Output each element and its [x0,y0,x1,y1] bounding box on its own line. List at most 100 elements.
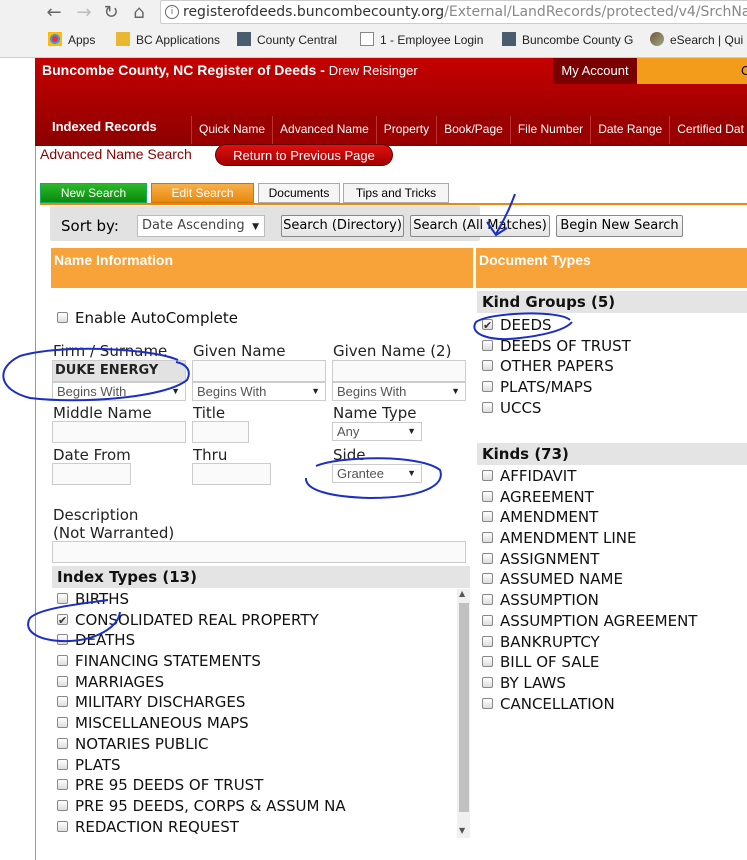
list-item[interactable]: PLATS/MAPS [482,377,747,398]
list-item[interactable]: AFFIDAVIT [482,466,747,487]
checkbox[interactable] [57,675,68,687]
description-input[interactable] [52,541,466,563]
list-item[interactable]: REDACTION REQUEST [57,817,457,838]
list-item[interactable]: DEATHS [57,630,457,651]
list-item[interactable]: CONSOLIDATED REAL PROPERTY [57,610,457,631]
list-item[interactable]: CANCELLATION [482,694,747,715]
given-match-select[interactable]: Begins With ▼ [192,382,326,401]
home-icon[interactable]: ⌂ [127,2,151,24]
list-item[interactable]: MARRIAGES [57,672,457,693]
list-item[interactable]: BILL OF SALE [482,652,747,673]
checkbox[interactable] [482,676,493,688]
bookmark-employee-login[interactable]: 1 - Employee Login [360,32,483,47]
tips-tab[interactable]: Tips and Tricks [343,183,449,203]
documents-tab[interactable]: Documents [258,183,340,203]
scrollbar-thumb[interactable] [459,603,469,812]
begin-new-search-button[interactable]: Begin New Search [556,215,683,237]
indexed-records-label[interactable]: Indexed Records [40,114,190,144]
list-item[interactable]: DEEDS [482,315,747,337]
bookmark-buncombe-county[interactable]: Buncombe County G [502,32,637,47]
bookmark-bc-applications[interactable]: BC Applications [116,32,220,47]
title-input[interactable] [192,421,249,443]
checkbox[interactable] [57,312,68,323]
checkbox[interactable] [57,737,68,749]
list-item[interactable]: ASSUMPTION AGREEMENT [482,611,747,632]
checkbox[interactable] [57,779,68,791]
address-bar[interactable]: i registerofdeeds.buncombecounty.org/Ext… [160,0,747,24]
list-item[interactable]: PRE 95 DEEDS OF TRUST [57,775,457,796]
tab-certified-date[interactable]: Certified Dat [669,116,747,144]
tab-book-page[interactable]: Book/Page [436,116,510,144]
list-item[interactable]: BANKRUPTCY [482,632,747,653]
search-directory-button[interactable]: Search (Directory) [281,215,404,237]
scroll-down-icon[interactable]: ▼ [459,826,465,835]
list-item[interactable]: BY LAWS [482,673,747,694]
checkbox[interactable] [57,758,68,770]
list-item[interactable]: UCCS [482,398,747,419]
list-item[interactable]: AMENDMENT [482,507,747,528]
date-from-input[interactable] [52,463,131,485]
checkbox[interactable] [482,381,493,393]
checkbox[interactable] [57,696,68,708]
list-item[interactable]: AGREEMENT [482,487,747,508]
back-icon[interactable]: ← [42,2,66,24]
tab-advanced-name[interactable]: Advanced Name [272,116,376,144]
tab-property[interactable]: Property [375,116,437,144]
reload-icon[interactable]: ↻ [99,2,123,24]
checkbox[interactable] [57,634,68,646]
list-item[interactable]: ASSIGNMENT [482,549,747,570]
side-select[interactable]: Grantee ▼ [332,464,422,483]
return-button[interactable]: Return to Previous Page [215,144,393,166]
checkbox[interactable] [482,339,493,351]
autocomplete-checkbox[interactable]: Enable AutoComplete [57,308,238,329]
scroll-up-icon[interactable]: ▲ [459,589,465,598]
tab-quick-name[interactable]: Quick Name [191,116,273,144]
given-name-input[interactable] [192,360,326,382]
checkbox[interactable] [482,532,493,544]
checkbox[interactable] [482,635,493,647]
list-item[interactable]: PLATS [57,755,457,776]
checkbox[interactable] [482,490,493,502]
checkbox[interactable] [482,360,493,372]
checkbox[interactable] [482,511,493,523]
checkbox[interactable] [57,611,68,631]
list-item[interactable]: ASSUMED NAME [482,569,747,590]
checkbox[interactable] [57,717,68,729]
edit-search-tab[interactable]: Edit Search [151,183,254,203]
info-icon[interactable]: i [165,5,179,19]
list-item[interactable]: PRE 95 DEEDS, CORPS & ASSUM NA [57,796,457,817]
checkbox[interactable] [57,593,68,604]
sort-select[interactable]: Date Ascending ▼ [137,215,265,237]
my-account-button[interactable]: My Account [553,58,637,84]
bookmark-apps[interactable]: Apps [48,32,95,47]
list-item[interactable]: MISCELLANEOUS MAPS [57,713,457,734]
thru-input[interactable] [192,463,271,485]
checkbox[interactable] [482,316,493,337]
checkbox[interactable] [482,697,493,709]
list-item[interactable]: FINANCING STATEMENTS [57,651,457,672]
given-name2-input[interactable] [332,360,466,382]
checkbox[interactable] [482,401,493,413]
checkbox[interactable] [57,820,68,832]
header-right-tab[interactable]: C [637,58,747,84]
given2-match-select[interactable]: Begins With ▼ [332,382,466,401]
bookmark-county-central[interactable]: County Central [237,32,337,47]
list-item[interactable]: NOTARIES PUBLIC [57,734,457,755]
checkbox[interactable] [482,552,493,564]
list-item[interactable]: ASSUMPTION [482,590,747,611]
checkbox[interactable] [482,656,493,668]
list-item[interactable]: MILITARY DISCHARGES [57,692,457,713]
new-search-tab[interactable]: New Search [40,183,147,203]
checkbox[interactable] [482,573,493,585]
checkbox[interactable] [482,594,493,606]
list-item[interactable]: OTHER PAPERS [482,356,747,377]
tab-date-range[interactable]: Date Range [590,116,670,144]
name-type-select[interactable]: Any ▼ [332,422,422,441]
tab-file-number[interactable]: File Number [509,116,591,144]
list-item[interactable]: DEEDS OF TRUST [482,336,747,357]
middle-name-input[interactable] [52,421,186,443]
firm-surname-input[interactable]: DUKE ENERGY [52,360,186,382]
checkbox[interactable] [482,470,493,481]
checkbox[interactable] [57,655,68,667]
bookmark-esearch[interactable]: eSearch | Qui [650,32,743,47]
